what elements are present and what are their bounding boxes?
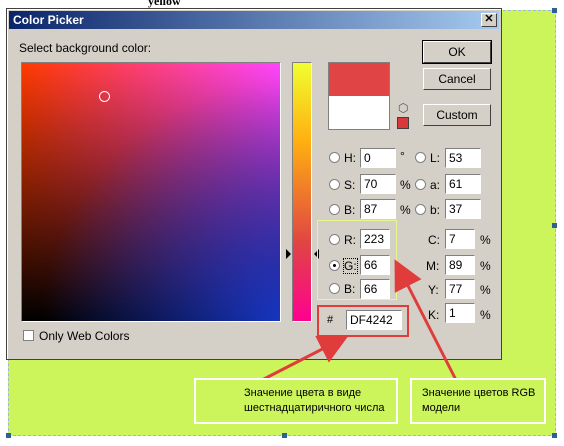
lightness-label: L: xyxy=(430,151,441,165)
cyan-input[interactable]: 7 xyxy=(445,229,475,249)
color-field[interactable] xyxy=(21,62,281,322)
cyan-label: C: xyxy=(428,233,440,247)
hue-label: H: xyxy=(344,151,356,165)
hex-highlight-box xyxy=(317,305,409,337)
percent-unit: % xyxy=(480,283,491,297)
rgb-highlight-box xyxy=(317,220,397,300)
web-safe-color-swatch[interactable] xyxy=(397,117,409,129)
custom-button[interactable]: Custom xyxy=(423,104,491,126)
percent-unit: % xyxy=(400,203,411,217)
hue-slider[interactable] xyxy=(292,62,312,322)
hex-annotation-text: Значение цвета в виде шестнадцатиричного… xyxy=(244,387,385,414)
selection-handle[interactable] xyxy=(552,8,557,13)
selection-handle[interactable] xyxy=(552,223,557,228)
color-swatch xyxy=(328,62,390,130)
lightness-input[interactable]: 53 xyxy=(445,148,481,168)
b-channel-input[interactable]: 37 xyxy=(445,199,481,219)
percent-unit: % xyxy=(400,178,411,192)
percent-unit: % xyxy=(480,233,491,247)
yellow-label: Y: xyxy=(428,283,439,297)
close-icon: ✕ xyxy=(484,13,494,25)
brightness-input[interactable]: 87 xyxy=(360,199,396,219)
yellow-input[interactable]: 77 xyxy=(445,279,475,299)
magenta-input[interactable]: 89 xyxy=(445,255,475,275)
cube-icon[interactable]: ⬡ xyxy=(398,101,408,115)
prompt-label: Select background color: xyxy=(19,41,152,55)
dialog-title: Color Picker xyxy=(13,13,84,27)
hue-input[interactable]: 0 xyxy=(360,148,396,168)
dialog-titlebar[interactable]: Color Picker ✕ xyxy=(9,11,499,29)
a-channel-label: a: xyxy=(430,178,441,192)
ok-button[interactable]: OK xyxy=(422,40,492,64)
cancel-button[interactable]: Cancel xyxy=(423,68,491,90)
only-web-colors-checkbox[interactable] xyxy=(23,330,34,341)
selection-handle[interactable] xyxy=(282,433,287,438)
saturation-input[interactable]: 70 xyxy=(360,174,396,194)
a-channel-input[interactable]: 61 xyxy=(445,174,481,194)
magenta-label: M: xyxy=(426,259,440,273)
color-picker-dialog: Color Picker ✕ Select background color: … xyxy=(6,8,502,360)
radio-b-channel[interactable] xyxy=(415,204,426,215)
slider-left-arrow[interactable] xyxy=(286,249,291,259)
new-color-swatch xyxy=(329,63,389,96)
hex-annotation-box: Значение цвета в виде шестнадцатиричного… xyxy=(194,378,398,424)
current-color-swatch[interactable] xyxy=(329,96,389,129)
black-input[interactable]: 1 xyxy=(445,303,475,323)
brightness-label: B: xyxy=(344,203,356,217)
radio-brightness[interactable] xyxy=(329,204,340,215)
rgb-annotation-box: Значение цветов RGB модели xyxy=(410,378,546,424)
close-button[interactable]: ✕ xyxy=(481,13,497,27)
radio-a-channel[interactable] xyxy=(415,179,426,190)
rgb-annotation-text: Значение цветов RGB модели xyxy=(422,387,536,414)
color-field-cursor[interactable] xyxy=(99,91,110,102)
radio-saturation[interactable] xyxy=(329,179,340,190)
radio-lightness[interactable] xyxy=(415,152,426,163)
b-channel-label: b: xyxy=(430,203,441,217)
percent-unit: % xyxy=(480,259,491,273)
percent-unit: % xyxy=(480,308,491,322)
only-web-colors-label: Only Web Colors xyxy=(39,329,130,343)
saturation-label: S: xyxy=(344,178,356,192)
degree-unit: ° xyxy=(400,149,405,163)
selection-handle[interactable] xyxy=(552,433,557,438)
black-label: K: xyxy=(428,308,440,322)
selection-handle[interactable] xyxy=(6,433,11,438)
radio-hue[interactable] xyxy=(329,152,340,163)
